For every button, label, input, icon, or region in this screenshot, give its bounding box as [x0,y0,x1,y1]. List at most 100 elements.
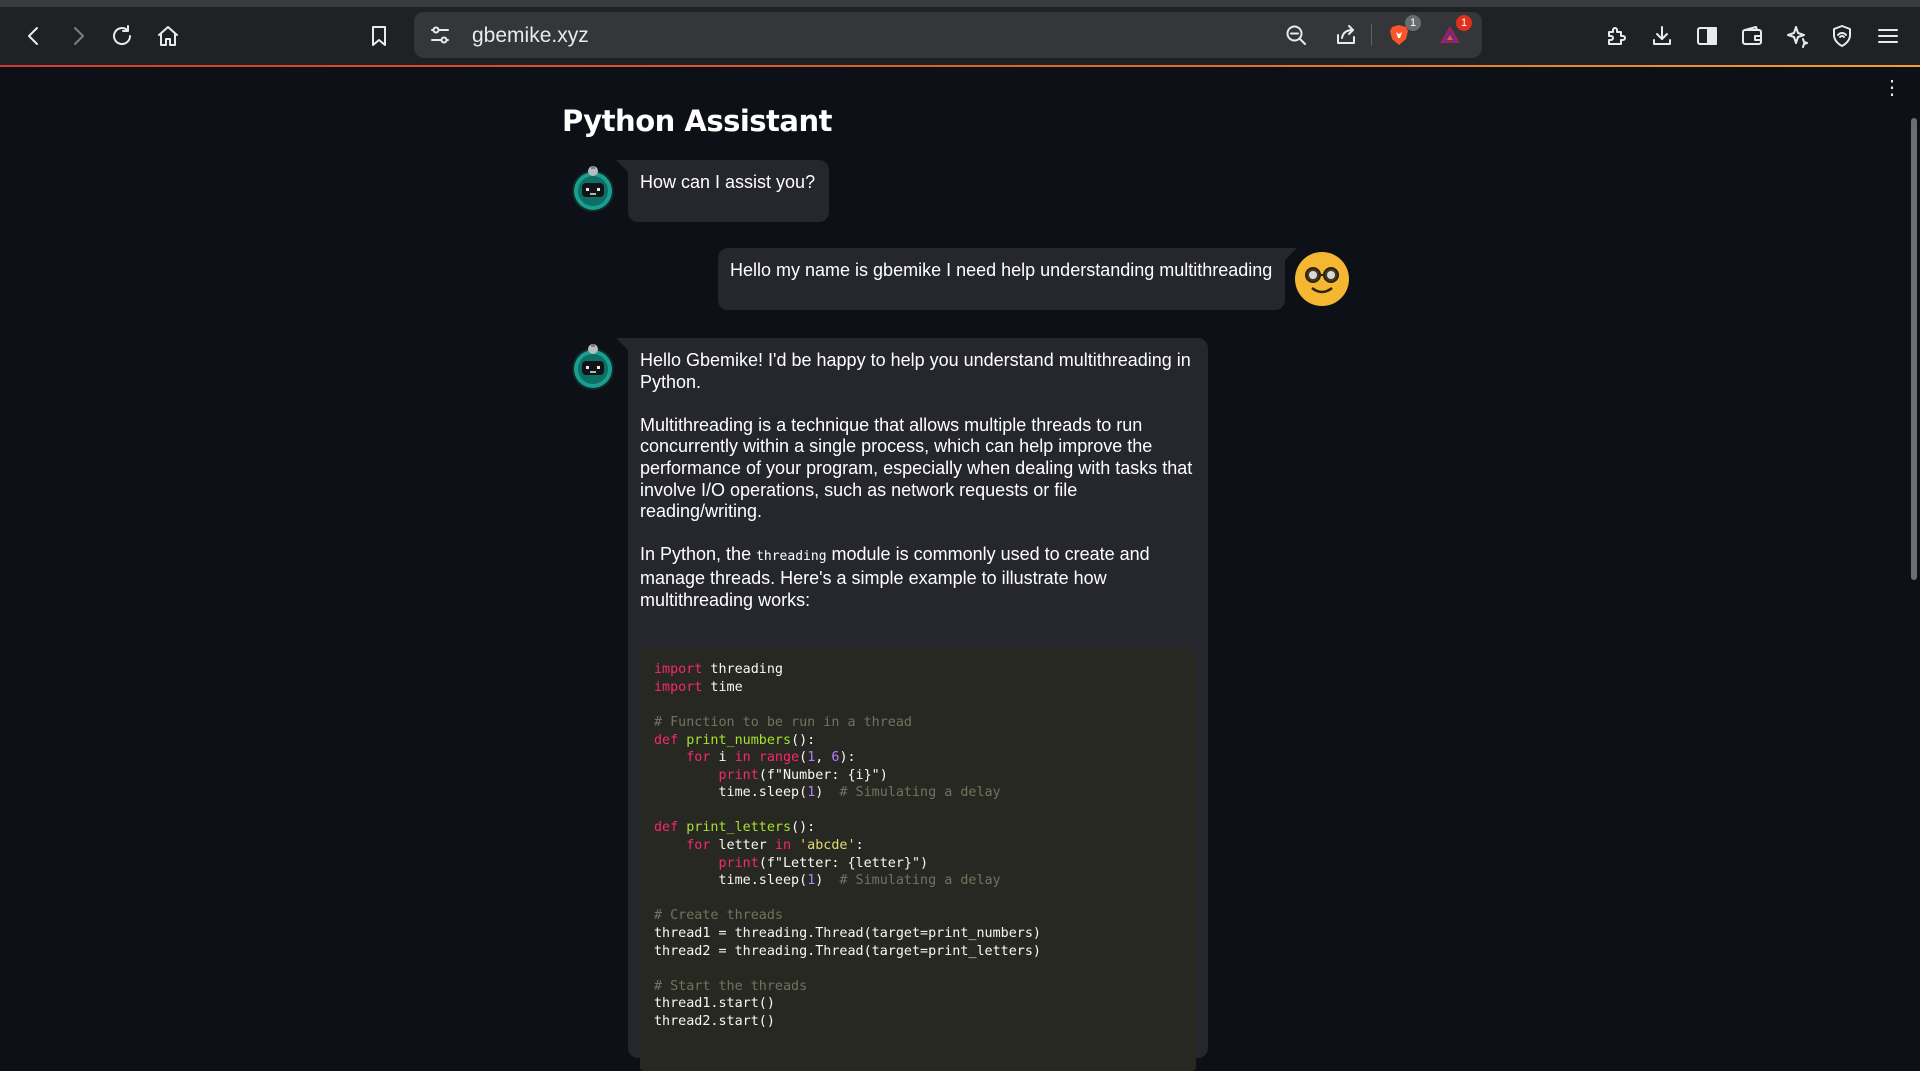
code-line: # Function to be run in a thread [654,714,1182,732]
page-title: Python Assistant [562,104,832,138]
page-kebab-menu[interactable]: ⋮ [1882,78,1902,98]
user-message-bubble: Hello my name is gbemike I need help und… [718,248,1297,310]
code-token: , [815,750,832,766]
code-line: for i in range(1, 6): [654,749,1182,767]
url-text[interactable]: gbemike.xyz [472,24,589,48]
code-line: import threading [654,661,1182,679]
code-token: letter [710,838,775,854]
code-token: print_numbers [686,732,792,748]
bookmark-button[interactable] [361,18,397,54]
home-button[interactable] [150,18,186,54]
share-icon [1337,25,1355,44]
bookmark-icon [372,26,386,46]
share-button[interactable] [1328,17,1364,53]
user-avatar-icon [1295,252,1349,306]
code-block[interactable]: import threading import time # Function to… [640,647,1196,1071]
code-line: # Start the threads [654,978,1182,996]
wallet-button[interactable] [1734,18,1770,54]
reload-icon [113,25,132,45]
code-line: thread1.start() [654,995,1182,1013]
code-token: ( [799,750,808,766]
bot-avatar-icon [572,166,614,212]
code-token: ) [815,785,840,801]
code-token: time [702,679,743,695]
divider [1371,24,1372,46]
code-token: ) [815,873,840,889]
code-token: : [855,838,864,854]
forward-button[interactable] [60,18,96,54]
code-token: time.sleep( [654,873,808,889]
code-token: def [654,732,679,748]
scrollbar[interactable] [1908,68,1920,1024]
code-token: print_letters [686,820,792,836]
assistant-message-bubble: How can I assist you? [616,160,829,222]
code-line: import time [654,679,1182,697]
code-token: (): [791,820,816,836]
leo-ai-button[interactable] [1779,18,1815,54]
code-token: range [758,750,800,766]
shields-badge: 1 [1405,15,1421,31]
zoom-icon [1286,25,1306,45]
message-text: Hello my name is gbemike I need help und… [730,260,1273,280]
code-token: print [718,767,759,783]
code-line: thread2.start() [654,1013,1182,1031]
site-settings-button[interactable] [422,17,458,53]
code-token: for [686,750,711,766]
code-token: print [718,855,759,871]
brave-shields-button[interactable]: 1 [1381,15,1421,53]
browser-toolbar: gbemike.xyz 1 1 [0,0,1920,67]
zoom-button[interactable] [1278,17,1314,53]
downloads-icon [1653,26,1671,45]
back-icon [28,27,38,45]
message-paragraph: In Python, the threading module is commo… [640,544,1196,611]
code-line: def print_numbers(): [654,732,1182,750]
main-menu-button[interactable] [1870,18,1906,54]
message-text: How can I assist you? [640,172,816,192]
code-token: def [654,820,679,836]
code-token: for [686,838,711,854]
vpn-button[interactable] [1824,18,1860,54]
address-bar[interactable]: gbemike.xyz 1 1 [414,12,1482,58]
code-token: 'abcde' [799,838,856,854]
forward-icon [74,27,84,45]
code-token: in [734,750,751,766]
code-token: thread2 = threading.Thread(target=print_… [654,943,1041,959]
code-token: # Create threads [654,908,783,924]
message-paragraph: Hello Gbemike! I'd be happy to help you … [640,350,1191,392]
brave-rewards-button[interactable]: 1 [1432,15,1472,53]
code-line: def print_letters(): [654,819,1182,837]
reload-button[interactable] [104,18,140,54]
code-token: # Start the threads [654,978,808,994]
code-token: threading [702,662,783,678]
extensions-button[interactable] [1598,18,1634,54]
code-token: ): [839,750,856,766]
sidebar-button[interactable] [1689,18,1725,54]
bot-avatar-icon [572,344,614,390]
code-line: time.sleep(1) # Simulating a delay [654,784,1182,802]
code-token: thread1.start() [654,996,775,1012]
code-token: time.sleep( [654,785,808,801]
vpn-icon [1833,25,1851,47]
back-button[interactable] [16,18,52,54]
menu-icon [1878,29,1898,43]
code-line: thread2 = threading.Thread(target=print_… [654,943,1182,961]
scrollbar-thumb[interactable] [1911,118,1917,580]
code-line: print(f"Number: {i}") [654,767,1182,785]
text-segment: In Python, the [640,544,757,565]
code-token: # Simulating a delay [839,785,1001,801]
code-line: for letter in 'abcde': [654,837,1182,855]
code-token: (): [791,732,816,748]
code-line: time.sleep(1) # Simulating a delay [654,872,1182,890]
code-token: # Function to be run in a thread [654,714,912,730]
code-line: thread1 = threading.Thread(target=print_… [654,925,1182,943]
sidebar-icon [1697,27,1717,45]
downloads-button[interactable] [1644,18,1680,54]
